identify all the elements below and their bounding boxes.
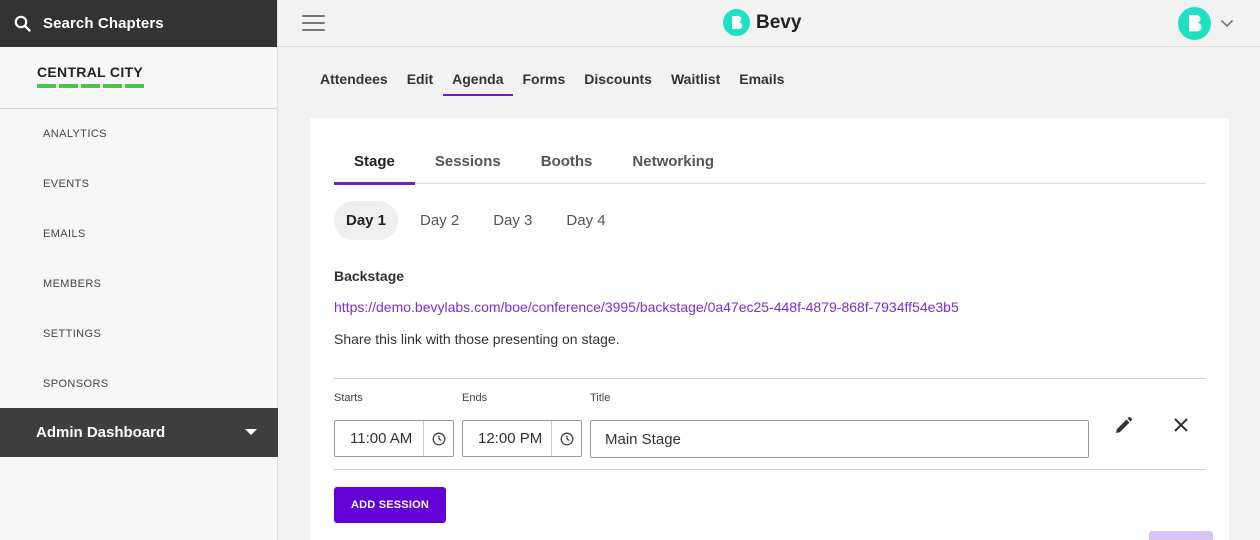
- admin-dashboard-label: Admin Dashboard: [36, 424, 166, 441]
- tab-emails[interactable]: Emails: [739, 71, 784, 96]
- tab-agenda[interactable]: Agenda: [443, 71, 514, 96]
- bevy-logo-icon: [723, 9, 750, 36]
- day-3-pill[interactable]: Day 3: [481, 201, 544, 240]
- sidebar-item-members[interactable]: MEMBERS: [0, 259, 277, 309]
- clock-icon[interactable]: [560, 432, 574, 446]
- tab-forms[interactable]: Forms: [522, 71, 565, 96]
- add-session-button[interactable]: ADD SESSION: [334, 487, 446, 523]
- ends-time-value: 12:00 PM: [478, 430, 543, 447]
- top-header: Bevy: [278, 0, 1260, 47]
- tab-attendees[interactable]: Attendees: [320, 71, 388, 96]
- day-4-pill[interactable]: Day 4: [554, 201, 617, 240]
- tab-booths[interactable]: Booths: [521, 152, 613, 183]
- search-chapters-button[interactable]: Search Chapters: [0, 0, 277, 47]
- day-selector: Day 1 Day 2 Day 3 Day 4: [334, 201, 628, 240]
- ends-label: Ends: [462, 392, 488, 404]
- chapter-header: CENTRAL CITY: [0, 47, 277, 109]
- agenda-tabs: Stage Sessions Booths Networking: [334, 152, 1205, 185]
- backstage-note: Share this link with those presenting on…: [334, 331, 620, 347]
- sidebar-item-settings[interactable]: SETTINGS: [0, 309, 277, 359]
- agenda-card: Stage Sessions Booths Networking Day 1 D…: [310, 118, 1229, 540]
- brand-name: Bevy: [756, 11, 802, 33]
- starts-time-input[interactable]: 11:00 AM: [334, 420, 454, 457]
- title-input[interactable]: Main Stage: [590, 420, 1089, 458]
- brand[interactable]: Bevy: [723, 9, 801, 36]
- sidebar-item-events[interactable]: EVENTS: [0, 159, 277, 209]
- sidebar-item-analytics[interactable]: ANALYTICS: [0, 109, 277, 159]
- backstage-link[interactable]: https://demo.bevylabs.com/boe/conference…: [334, 299, 959, 315]
- tab-edit[interactable]: Edit: [407, 71, 433, 96]
- backstage-heading: Backstage: [334, 268, 405, 284]
- hamburger-icon[interactable]: [302, 15, 325, 32]
- day-2-pill[interactable]: Day 2: [408, 201, 471, 240]
- caret-down-icon: [245, 429, 257, 435]
- title-label: Title: [590, 392, 611, 404]
- session-row: Starts Ends Title 11:00 AM 12:00 PM Main…: [334, 378, 1205, 470]
- chapter-name: CENTRAL CITY: [37, 64, 144, 80]
- sidebar-item-emails[interactable]: EMAILS: [0, 209, 277, 259]
- sidebar: Search Chapters CENTRAL CITY ANALYTICS E…: [0, 0, 278, 540]
- tab-waitlist[interactable]: Waitlist: [671, 71, 720, 96]
- admin-dashboard-dropdown[interactable]: Admin Dashboard: [0, 408, 278, 457]
- search-icon: [14, 15, 32, 33]
- close-icon[interactable]: [1172, 416, 1190, 439]
- title-value: Main Stage: [605, 430, 681, 448]
- search-chapters-label: Search Chapters: [43, 15, 164, 32]
- tab-networking[interactable]: Networking: [612, 152, 734, 183]
- tab-sessions[interactable]: Sessions: [415, 152, 521, 183]
- starts-time-value: 11:00 AM: [350, 430, 413, 447]
- ends-time-input[interactable]: 12:00 PM: [462, 420, 582, 457]
- starts-label: Starts: [334, 392, 363, 404]
- chapter-underline: [37, 84, 145, 88]
- avatar-icon[interactable]: [1178, 7, 1211, 40]
- section-tabs: Attendees Edit Agenda Forms Discounts Wa…: [320, 71, 803, 96]
- starts-divider: [423, 421, 424, 456]
- day-1-pill[interactable]: Day 1: [334, 201, 399, 240]
- clock-icon[interactable]: [432, 432, 446, 446]
- tab-discounts[interactable]: Discounts: [584, 71, 652, 96]
- chevron-down-icon[interactable]: [1220, 15, 1234, 33]
- save-button[interactable]: [1149, 531, 1213, 540]
- ends-divider: [551, 421, 552, 456]
- pencil-icon[interactable]: [1112, 415, 1134, 442]
- sidebar-item-sponsors[interactable]: SPONSORS: [0, 359, 277, 409]
- sidebar-nav: ANALYTICS EVENTS EMAILS MEMBERS SETTINGS…: [0, 109, 277, 409]
- tab-stage[interactable]: Stage: [334, 152, 415, 185]
